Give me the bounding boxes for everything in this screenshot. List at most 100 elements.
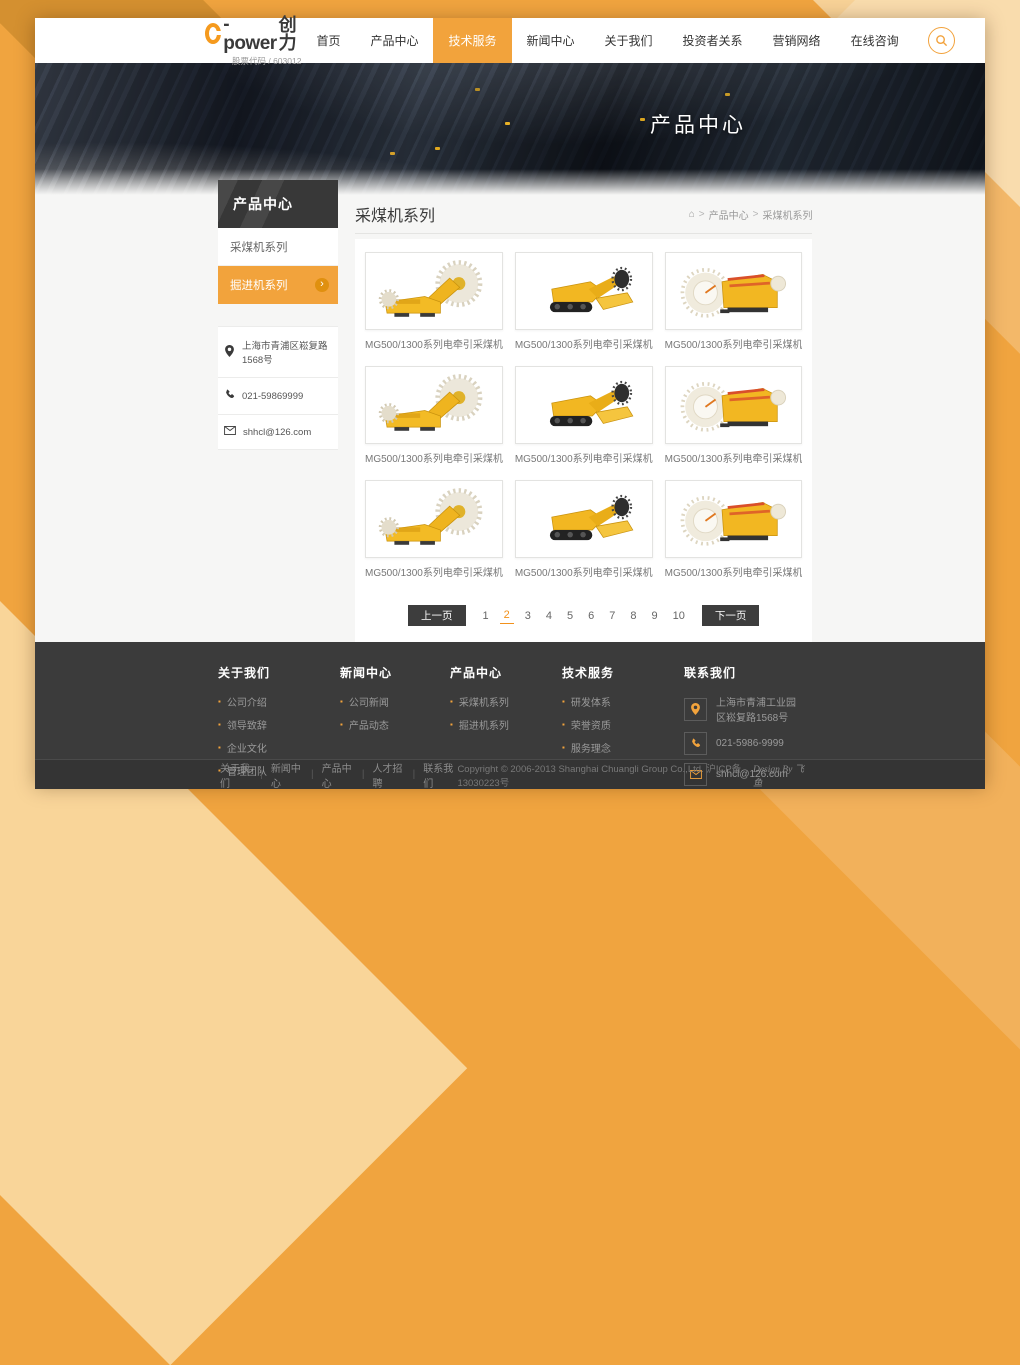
page-number-8[interactable]: 8 <box>626 608 640 624</box>
product-image-discwheel <box>665 366 803 444</box>
nav-item-tech-service[interactable]: 技术服务 <box>433 18 511 63</box>
page-number-6[interactable]: 6 <box>584 608 598 624</box>
product-card[interactable]: MG500/1300系列电牵引采煤机 <box>515 252 653 351</box>
phone-icon <box>224 389 235 403</box>
sidebar-phone-row: 021-59869999 <box>218 378 338 415</box>
link-separator: | <box>413 769 416 780</box>
breadcrumb-separator: > <box>699 209 705 220</box>
footer-link[interactable]: ▪服务理念 <box>562 740 684 755</box>
product-image-shearer <box>365 252 503 330</box>
search-button[interactable] <box>928 27 955 54</box>
product-image-shearer <box>365 480 503 558</box>
link-separator: | <box>362 769 365 780</box>
location-icon <box>684 698 707 721</box>
page-number-1[interactable]: 1 <box>479 608 493 624</box>
nav-item-investor-relations[interactable]: 投资者关系 <box>668 18 758 63</box>
footer-column-title: 新闻中心 <box>340 664 450 681</box>
product-name: MG500/1300系列电牵引采煤机 <box>665 564 803 579</box>
mine-trucks-decoration <box>505 122 510 125</box>
page-number-5[interactable]: 5 <box>563 608 577 624</box>
sidebar-phone-text: 021-59869999 <box>242 391 303 402</box>
bottom-link[interactable]: 关于我们 <box>218 760 254 790</box>
product-card[interactable]: MG500/1300系列电牵引采煤机 <box>665 366 803 465</box>
footer-link[interactable]: ▪研发体系 <box>562 694 684 709</box>
logo-text-cn: 创力 <box>279 16 302 52</box>
footer-link[interactable]: ▪公司新闻 <box>340 694 450 709</box>
footer-address-row: 上海市青浦工业园区崧复路1568号 <box>684 694 805 724</box>
company-logo[interactable]: -power 创力 股票代码 / 603012 <box>205 15 301 67</box>
footer-link-label: 产品动态 <box>349 717 389 732</box>
page-number-2[interactable]: 2 <box>500 607 514 624</box>
breadcrumb-product-center[interactable]: 产品中心 <box>709 207 749 222</box>
footer-column-title: 产品中心 <box>450 664 562 681</box>
page-number-9[interactable]: 9 <box>648 608 662 624</box>
shearer-illustration <box>373 370 495 440</box>
bottom-link[interactable]: 新闻中心 <box>269 760 305 790</box>
footer-link[interactable]: ▪企业文化 <box>218 740 340 755</box>
product-card[interactable]: MG500/1300系列电牵引采煤机 <box>665 480 803 579</box>
nav-item-product-center[interactable]: 产品中心 <box>355 18 433 63</box>
bullet-icon: ▪ <box>218 697 221 706</box>
nav-item-marketing-network[interactable]: 营销网络 <box>758 18 836 63</box>
footer-link[interactable]: ▪掘进机系列 <box>450 717 562 732</box>
footer-link[interactable]: ▪ 领导致辞 <box>218 717 340 732</box>
page-number-7[interactable]: 7 <box>605 608 619 624</box>
nav-item-home[interactable]: 首页 <box>301 18 355 63</box>
bullet-icon: ▪ <box>562 720 565 729</box>
sidebar-item-roadheader-series[interactable]: 掘进机系列› <box>218 266 338 304</box>
product-card[interactable]: MG500/1300系列电牵引采煤机 <box>515 366 653 465</box>
bottom-bar: 关于我们|新闻中心|产品中心|人才招聘|联系我们 Copyright © 200… <box>35 759 985 789</box>
hero-title: 产品中心 <box>650 109 746 139</box>
footer-phone-text: 021-5986-9999 <box>716 738 784 749</box>
pagination: 上一页 123456789 10 下一页 <box>365 605 802 626</box>
bullet-icon: ▪ <box>450 720 453 729</box>
bottom-link[interactable]: 人才招聘 <box>370 760 406 790</box>
link-separator: | <box>311 769 314 780</box>
product-card[interactable]: MG500/1300系列电牵引采煤机 <box>365 252 503 351</box>
page-title: 采煤机系列 <box>355 202 435 226</box>
website-page: -power 创力 股票代码 / 603012 首页产品中心技术服务新闻中心关于… <box>35 18 985 785</box>
product-panel: MG500/1300系列电牵引采煤机 MG500/1300系列电牵引采煤机 MG… <box>355 239 812 642</box>
bottom-link[interactable]: 产品中心 <box>320 760 356 790</box>
page-number-4[interactable]: 4 <box>542 608 556 624</box>
sidebar-address-row: 上海市青浦区崧复路1568号 <box>218 327 338 378</box>
footer-link-label: 研发体系 <box>571 694 611 709</box>
footer-column-tech: 技术服务▪研发体系▪荣誉资质▪服务理念 <box>562 664 684 759</box>
site-footer: 关于我们▪公司介绍▪领导致辞▪企业文化▪管理团队新闻中心▪公司新闻▪产品动态产品… <box>35 642 985 759</box>
page-number-10[interactable]: 10 <box>669 608 689 624</box>
footer-column-news: 新闻中心▪公司新闻▪产品动态 <box>340 664 450 759</box>
product-card[interactable]: MG500/1300系列电牵引采煤机 <box>665 252 803 351</box>
nav-item-news-center[interactable]: 新闻中心 <box>512 18 590 63</box>
main-navigation: 首页产品中心技术服务新闻中心关于我们投资者关系营销网络在线咨询 <box>301 18 913 63</box>
sidebar-item-coal-shearer-series[interactable]: 采煤机系列 <box>218 228 338 266</box>
product-card[interactable]: MG500/1300系列电牵引采煤机 <box>365 366 503 465</box>
bullet-icon: ▪ <box>340 720 343 729</box>
sidebar-email-text[interactable]: shhcl@126.com <box>243 427 311 438</box>
shearer-illustration <box>373 484 495 554</box>
product-card[interactable]: MG500/1300系列电牵引采煤机 <box>515 480 653 579</box>
footer-link[interactable]: ▪采煤机系列 <box>450 694 562 709</box>
bullet-icon: ▪ <box>450 697 453 706</box>
page-number-3[interactable]: 3 <box>521 608 535 624</box>
footer-link[interactable]: ▪公司介绍 <box>218 694 340 709</box>
prev-page-button[interactable]: 上一页 <box>408 605 466 626</box>
sidebar-menu: 采煤机系列掘进机系列› <box>218 228 338 304</box>
product-card[interactable]: MG500/1300系列电牵引采煤机 <box>365 480 503 579</box>
sidebar: 产品中心 采煤机系列掘进机系列› 上海市青浦区崧复路1568号 021-5986… <box>218 180 338 642</box>
footer-link[interactable]: ▪ 产品动态 <box>340 717 450 732</box>
bullet-icon: ▪ <box>562 743 565 752</box>
nav-item-about-us[interactable]: 关于我们 <box>590 18 668 63</box>
footer-column-title: 关于我们 <box>218 664 340 681</box>
product-name: MG500/1300系列电牵引采煤机 <box>365 564 503 579</box>
bottom-link[interactable]: 联系我们 <box>421 760 457 790</box>
nav-item-online-consult[interactable]: 在线咨询 <box>836 18 914 63</box>
breadcrumb-current: 采煤机系列 <box>762 207 812 222</box>
footer-link[interactable]: ▪荣誉资质 <box>562 717 684 732</box>
sidebar-title: 产品中心 <box>218 180 338 228</box>
footer-link-label: 领导致辞 <box>227 717 267 732</box>
product-name: MG500/1300系列电牵引采煤机 <box>515 450 653 465</box>
next-page-button[interactable]: 下一页 <box>702 605 760 626</box>
home-icon[interactable]: ⌂ <box>689 209 695 220</box>
mail-icon <box>224 426 236 438</box>
site-header: -power 创力 股票代码 / 603012 首页产品中心技术服务新闻中心关于… <box>35 18 985 63</box>
